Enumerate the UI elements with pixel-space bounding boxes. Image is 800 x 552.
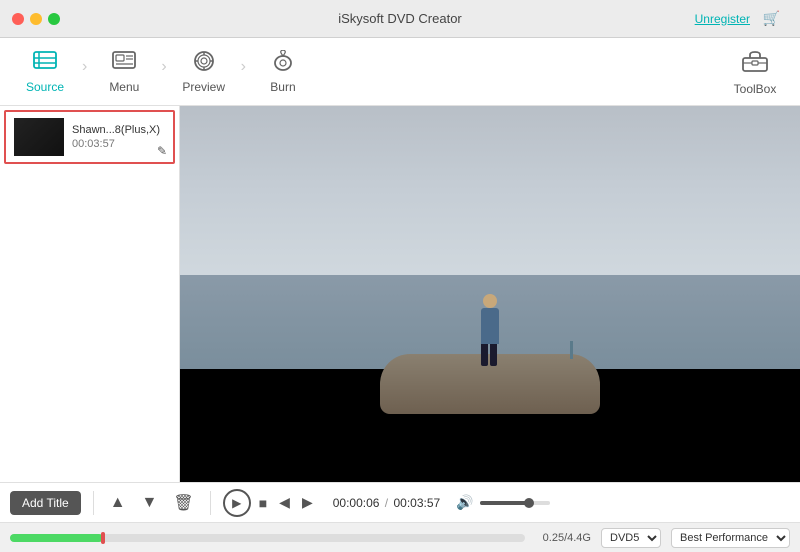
play-button[interactable]: ▶ — [223, 489, 251, 517]
unregister-link[interactable]: Unregister — [695, 12, 750, 26]
toolbar: Source › Menu › — [0, 38, 800, 106]
letterbox-bottom — [180, 437, 800, 482]
cart-icon[interactable]: 🛒 — [763, 10, 780, 27]
add-title-button[interactable]: Add Title — [10, 491, 81, 515]
preview-area — [180, 106, 800, 482]
format-select[interactable]: DVD5 DVD9 — [601, 528, 661, 548]
video-thumbnail — [14, 118, 64, 156]
volume-icon: 🔊 — [456, 494, 473, 511]
burn-label: Burn — [270, 80, 295, 94]
video-list-item[interactable]: Shawn...8(Plus,X) 00:03:57 ✎ — [4, 110, 175, 164]
preview-icon — [191, 50, 217, 76]
preview-label: Preview — [182, 80, 225, 94]
progress-track — [10, 534, 525, 542]
toolbar-item-burn[interactable]: Burn — [248, 42, 318, 102]
arrow-1: › — [82, 58, 87, 76]
video-edit-icon[interactable]: ✎ — [157, 144, 167, 158]
left-panel: Shawn...8(Plus,X) 00:03:57 ✎ — [0, 106, 180, 482]
toolbar-item-menu[interactable]: Menu — [89, 42, 159, 102]
volume-slider[interactable] — [480, 501, 550, 505]
controls-bar: Add Title ▲ ▼ 🗑 ▶ ■ ◀ ▶ 00:00:06 / 00:03… — [0, 482, 800, 522]
toolbox-label: ToolBox — [734, 82, 777, 96]
time-display: 00:00:06 / 00:03:57 — [333, 496, 440, 510]
source-label: Source — [26, 80, 64, 94]
main-content: Shawn...8(Plus,X) 00:03:57 ✎ — [0, 106, 800, 482]
volume-knob — [524, 498, 534, 508]
video-name: Shawn...8(Plus,X) — [72, 124, 165, 136]
volume-fill — [480, 501, 529, 505]
prev-frame-button[interactable]: ◀ — [275, 492, 294, 513]
close-button[interactable] — [12, 13, 24, 25]
toolbox-icon — [741, 48, 769, 78]
total-time: 00:03:57 — [393, 496, 440, 510]
person-body — [481, 308, 499, 344]
person-leg-right — [490, 344, 497, 366]
person-figure — [481, 294, 499, 366]
arrow-3: › — [241, 58, 246, 76]
minimize-button[interactable] — [30, 13, 42, 25]
time-separator: / — [385, 496, 392, 510]
burn-icon — [270, 50, 296, 76]
progress-marker — [101, 532, 105, 544]
playback-controls: ▶ ■ ◀ ▶ — [223, 489, 317, 517]
volume-control: 🔊 — [456, 494, 549, 511]
app-title: iSkysoft DVD Creator — [338, 11, 462, 26]
video-info: Shawn...8(Plus,X) 00:03:57 — [72, 124, 165, 150]
stop-button[interactable]: ■ — [255, 493, 271, 513]
menu-label: Menu — [109, 80, 139, 94]
person-leg-left — [481, 344, 488, 366]
toolbar-item-source[interactable]: Source — [10, 42, 80, 102]
divider-1 — [93, 491, 94, 515]
sky-background — [180, 106, 800, 275]
next-frame-button[interactable]: ▶ — [298, 492, 317, 513]
menu-icon — [111, 50, 137, 76]
traffic-lights — [12, 13, 60, 25]
move-down-button[interactable]: ▼ — [138, 492, 162, 514]
toolbar-item-preview[interactable]: Preview — [169, 42, 239, 102]
quality-select[interactable]: Best Performance High Quality Standard Q… — [671, 528, 790, 548]
arrow-2: › — [161, 58, 166, 76]
progress-fill — [10, 534, 103, 542]
delete-button[interactable]: 🗑 — [169, 491, 197, 515]
person-head — [483, 294, 497, 308]
progress-bar-area: 0.25/4.4G DVD5 DVD9 Best Performance Hig… — [0, 522, 800, 552]
maximize-button[interactable] — [48, 13, 60, 25]
storage-info: 0.25/4.4G — [543, 532, 591, 544]
move-up-button[interactable]: ▲ — [106, 492, 130, 514]
toolbar-item-toolbox[interactable]: ToolBox — [720, 42, 790, 102]
title-bar: iSkysoft DVD Creator Unregister 🛒 — [0, 0, 800, 38]
source-icon — [32, 50, 58, 76]
current-time: 00:00:06 — [333, 496, 380, 510]
video-duration: 00:03:57 — [72, 138, 165, 150]
person-legs — [481, 344, 499, 366]
divider-2 — [210, 491, 211, 515]
thumbnail-image — [14, 118, 64, 156]
post-element — [570, 341, 573, 359]
video-scene — [180, 106, 800, 482]
